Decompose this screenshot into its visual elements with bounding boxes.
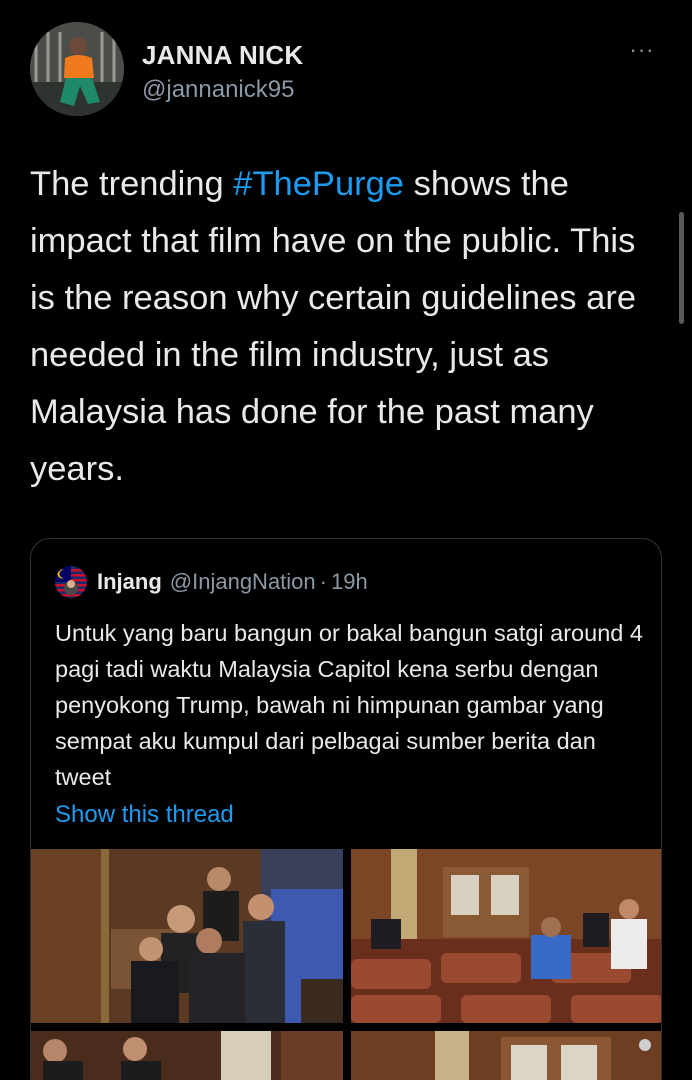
media-grid (31, 849, 661, 1080)
media-photo[interactable] (351, 849, 661, 1023)
tweet-text-part: The trending (30, 165, 234, 203)
quoted-tweet[interactable]: Injang @InjangNation · 19h Untuk yang ba… (30, 538, 662, 1080)
quoted-tweet-text: Untuk yang baru bangun or bakal bangun s… (55, 620, 643, 790)
author-avatar[interactable] (30, 22, 124, 116)
tweet-text-part: shows the impact that film have on the p… (30, 165, 637, 488)
author-name[interactable]: JANNA NICK (142, 40, 303, 71)
media-photo[interactable] (31, 1031, 343, 1080)
tweet-text: The trending #ThePurge shows the impact … (30, 156, 660, 498)
quoted-author-name[interactable]: Injang (97, 569, 162, 595)
media-photo[interactable] (351, 1031, 661, 1080)
more-options-icon[interactable]: ··· (626, 39, 658, 61)
quoted-timestamp[interactable]: 19h (331, 569, 368, 595)
hashtag-link[interactable]: #ThePurge (233, 165, 404, 203)
separator-dot: · (319, 569, 327, 594)
author-handle[interactable]: @jannanick95 (142, 76, 294, 104)
quoted-tweet-header: Injang @InjangNation · 19h (55, 566, 368, 598)
quoted-author-handle[interactable]: @InjangNation (170, 569, 316, 595)
tweet-header: JANNA NICK @jannanick95 ··· (30, 22, 662, 118)
media-photo[interactable] (31, 849, 343, 1023)
scrollbar[interactable] (679, 212, 684, 324)
quoted-author-avatar[interactable] (55, 566, 87, 598)
show-thread-link[interactable]: Show this thread (55, 801, 234, 829)
